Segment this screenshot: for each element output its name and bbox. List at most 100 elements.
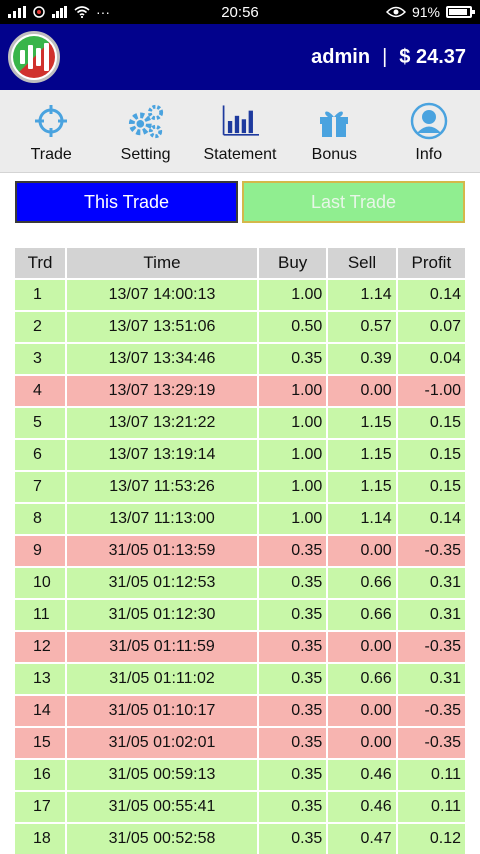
cell-trd: 10 <box>15 568 65 598</box>
cell-time: 31/05 01:11:02 <box>67 664 257 694</box>
statement-table-container: Trd Time Buy Sell Profit 1 13/07 14:00:13… <box>15 246 465 854</box>
cell-buy: 1.00 <box>259 504 327 534</box>
cell-buy: 0.35 <box>259 728 327 758</box>
cell-sell: 0.66 <box>328 664 396 694</box>
table-row[interactable]: 17 31/05 00:55:41 0.35 0.46 0.11 <box>15 792 465 822</box>
nav-item-info[interactable]: Info <box>385 102 473 164</box>
cell-buy: 0.35 <box>259 600 327 630</box>
table-row[interactable]: 18 31/05 00:52:58 0.35 0.47 0.12 <box>15 824 465 854</box>
cell-buy: 0.35 <box>259 760 327 790</box>
battery-icon <box>446 6 475 18</box>
cell-buy: 1.00 <box>259 408 327 438</box>
nav-label-bonus: Bonus <box>311 146 358 163</box>
tab-this-trade[interactable]: This Trade <box>15 181 238 223</box>
cell-buy: 0.35 <box>259 664 327 694</box>
cell-trd: 8 <box>15 504 65 534</box>
cell-buy: 1.00 <box>259 376 327 406</box>
cell-time: 31/05 01:12:30 <box>67 600 257 630</box>
cell-time: 31/05 01:11:59 <box>67 632 257 662</box>
signal-icon-2 <box>52 6 67 18</box>
table-row[interactable]: 4 13/07 13:29:19 1.00 0.00 -1.00 <box>15 376 465 406</box>
bar-chart-icon <box>221 102 259 140</box>
table-row[interactable]: 16 31/05 00:59:13 0.35 0.46 0.11 <box>15 760 465 790</box>
cell-time: 31/05 00:59:13 <box>67 760 257 790</box>
signal-icon <box>8 6 26 18</box>
battery-percent: 91% <box>411 4 440 20</box>
cell-profit: 0.14 <box>397 504 465 534</box>
column-header-profit: Profit <box>397 248 465 278</box>
nav-item-bonus[interactable]: Bonus <box>290 102 378 164</box>
cell-time: 31/05 01:10:17 <box>67 696 257 726</box>
cell-sell: 1.15 <box>328 472 396 502</box>
table-row[interactable]: 7 13/07 11:53:26 1.00 1.15 0.15 <box>15 472 465 502</box>
column-header-time: Time <box>67 248 257 278</box>
cell-trd: 9 <box>15 536 65 566</box>
cell-profit: -0.35 <box>397 696 465 726</box>
status-left: ··· <box>8 4 110 20</box>
logo-badge <box>13 36 55 78</box>
cell-buy: 0.35 <box>259 792 327 822</box>
cell-buy: 1.00 <box>259 440 327 470</box>
cell-profit: 0.11 <box>397 760 465 790</box>
cell-trd: 4 <box>15 376 65 406</box>
cell-buy: 0.35 <box>259 696 327 726</box>
cell-sell: 0.39 <box>328 344 396 374</box>
crosshair-icon <box>32 102 70 140</box>
table-row[interactable]: 12 31/05 01:11:59 0.35 0.00 -0.35 <box>15 632 465 662</box>
cell-sell: 1.14 <box>328 280 396 310</box>
statement-table: Trd Time Buy Sell Profit 1 13/07 14:00:13… <box>13 246 467 854</box>
app-header: admin | $ 24.37 <box>0 24 480 90</box>
cell-time: 31/05 01:12:53 <box>67 568 257 598</box>
nav-label-setting: Setting <box>120 146 171 163</box>
table-row[interactable]: 5 13/07 13:21:22 1.00 1.15 0.15 <box>15 408 465 438</box>
cell-trd: 17 <box>15 792 65 822</box>
cell-sell: 0.66 <box>328 568 396 598</box>
table-row[interactable]: 14 31/05 01:10:17 0.35 0.00 -0.35 <box>15 696 465 726</box>
user-icon <box>410 102 448 140</box>
table-row[interactable]: 9 31/05 01:13:59 0.35 0.00 -0.35 <box>15 536 465 566</box>
gift-icon <box>315 102 353 140</box>
cell-buy: 0.35 <box>259 536 327 566</box>
cell-profit: 0.31 <box>397 568 465 598</box>
cell-trd: 2 <box>15 312 65 342</box>
column-header-sell: Sell <box>328 248 396 278</box>
cell-sell: 0.47 <box>328 824 396 854</box>
table-row[interactable]: 15 31/05 01:02:01 0.35 0.00 -0.35 <box>15 728 465 758</box>
cell-trd: 1 <box>15 280 65 310</box>
cell-profit: -0.35 <box>397 728 465 758</box>
cell-trd: 12 <box>15 632 65 662</box>
cell-time: 13/07 11:13:00 <box>67 504 257 534</box>
table-row[interactable]: 13 31/05 01:11:02 0.35 0.66 0.31 <box>15 664 465 694</box>
cell-buy: 1.00 <box>259 472 327 502</box>
cell-sell: 0.00 <box>328 696 396 726</box>
account-summary: admin | $ 24.37 <box>311 46 466 69</box>
status-bar: ··· 20:56 91% <box>0 0 480 24</box>
cell-trd: 13 <box>15 664 65 694</box>
cell-time: 13/07 13:29:19 <box>67 376 257 406</box>
cell-profit: 0.31 <box>397 664 465 694</box>
tab-last-trade[interactable]: Last Trade <box>242 181 465 223</box>
cell-trd: 16 <box>15 760 65 790</box>
table-row[interactable]: 6 13/07 13:19:14 1.00 1.15 0.15 <box>15 440 465 470</box>
eye-icon <box>385 6 406 18</box>
cell-time: 31/05 00:55:41 <box>67 792 257 822</box>
cell-buy: 1.00 <box>259 280 327 310</box>
cell-buy: 0.35 <box>259 568 327 598</box>
cell-trd: 6 <box>15 440 65 470</box>
app-logo[interactable] <box>8 31 60 83</box>
table-row[interactable]: 1 13/07 14:00:13 1.00 1.14 0.14 <box>15 280 465 310</box>
table-row[interactable]: 10 31/05 01:12:53 0.35 0.66 0.31 <box>15 568 465 598</box>
cell-time: 13/07 13:34:46 <box>67 344 257 374</box>
cell-sell: 0.00 <box>328 632 396 662</box>
nav-item-trade[interactable]: Trade <box>7 102 95 164</box>
table-row[interactable]: 8 13/07 11:13:00 1.00 1.14 0.14 <box>15 504 465 534</box>
username: admin <box>311 45 371 68</box>
table-row[interactable]: 11 31/05 01:12:30 0.35 0.66 0.31 <box>15 600 465 630</box>
nav-item-statement[interactable]: Statement <box>196 102 284 164</box>
nav-item-setting[interactable]: Setting <box>102 102 190 164</box>
table-row[interactable]: 2 13/07 13:51:06 0.50 0.57 0.07 <box>15 312 465 342</box>
table-row[interactable]: 3 13/07 13:34:46 0.35 0.39 0.04 <box>15 344 465 374</box>
cell-buy: 0.35 <box>259 824 327 854</box>
nav-label-statement: Statement <box>203 146 277 163</box>
cell-time: 31/05 00:52:58 <box>67 824 257 854</box>
